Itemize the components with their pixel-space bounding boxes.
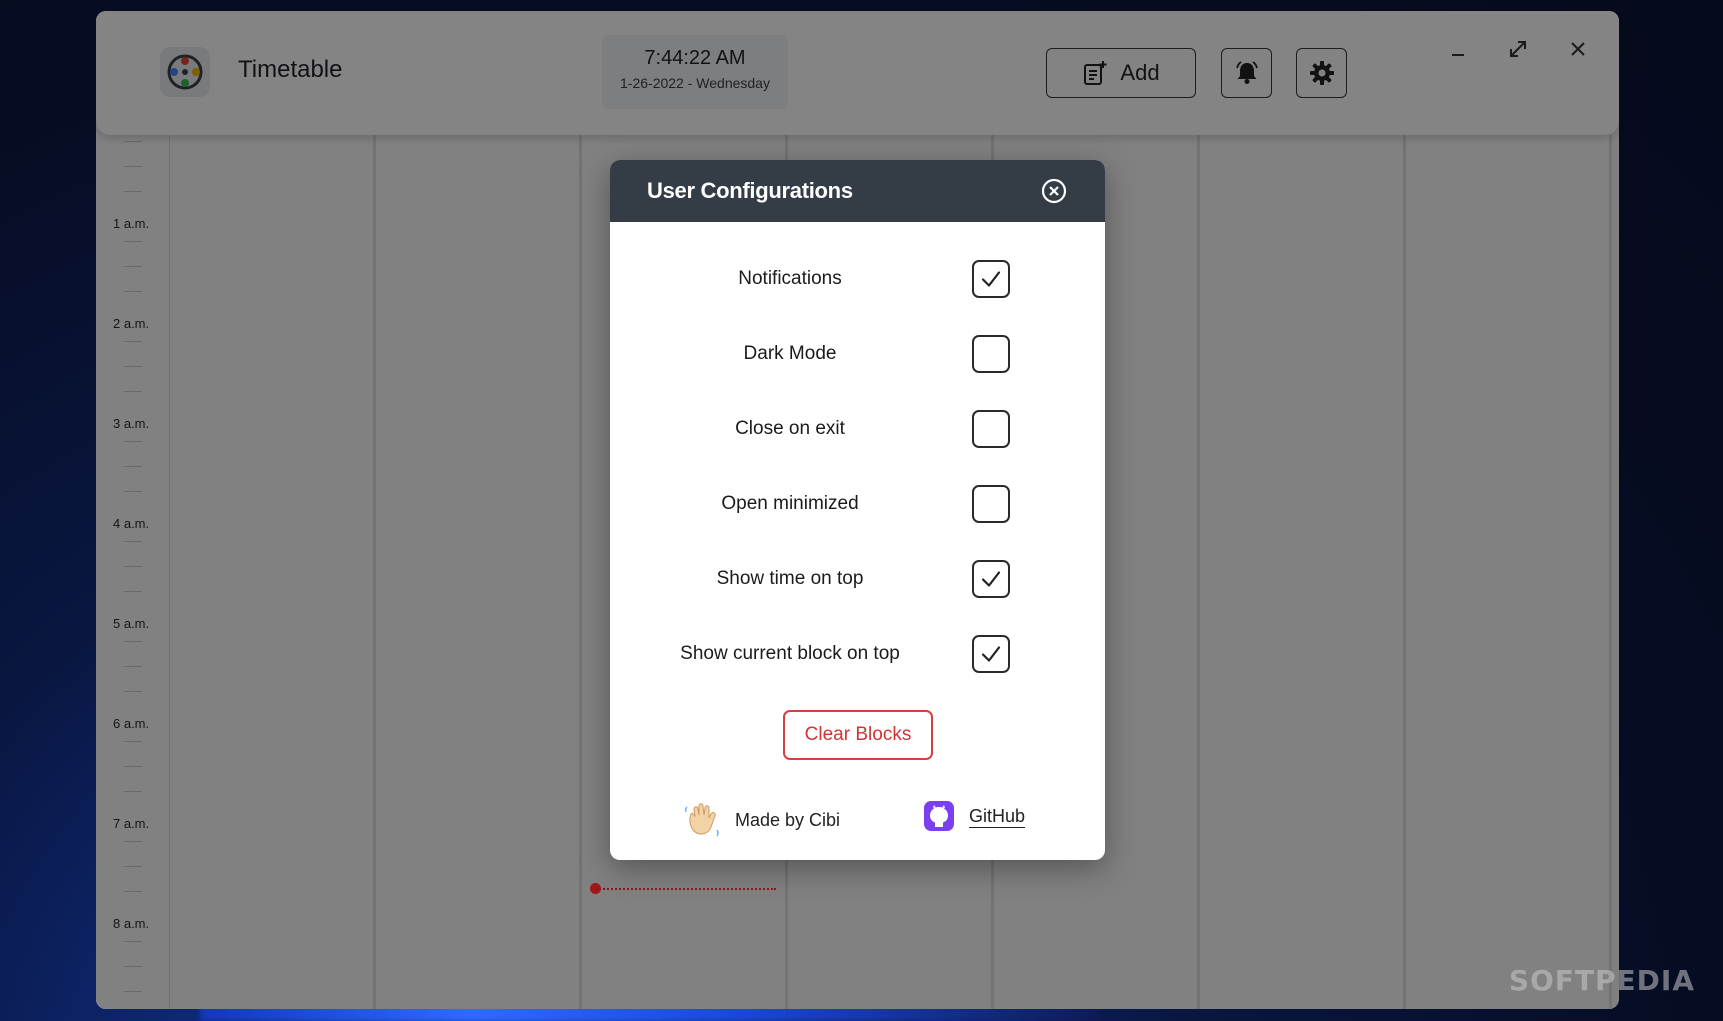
dialog-title: User Configurations: [647, 178, 853, 203]
watermark: SOFTPEDIA: [1508, 964, 1695, 997]
config-option-label: Open minimized: [721, 493, 859, 514]
config-option-row: Show current block on top: [610, 635, 1105, 675]
config-option-checkbox[interactable]: [972, 335, 1010, 373]
close-circle-icon: [1041, 178, 1067, 204]
dialog-footer: Made by Cibi GitHub: [610, 800, 1105, 840]
config-option-checkbox[interactable]: [972, 485, 1010, 523]
checkmark-icon: [981, 571, 1001, 587]
config-option-label: Show time on top: [716, 568, 864, 589]
config-option-label: Notifications: [738, 268, 842, 289]
dialog-close-button[interactable]: [1041, 178, 1067, 204]
waving-hand-icon: [684, 803, 719, 837]
config-option-checkbox[interactable]: [972, 260, 1010, 298]
user-configurations-dialog: User Configurations Notifications Dark Mo…: [610, 160, 1105, 860]
github-icon: [924, 801, 954, 831]
github-link-group[interactable]: GitHub: [923, 800, 1025, 832]
dialog-header: User Configurations: [610, 160, 1105, 222]
config-option-label: Show current block on top: [680, 643, 900, 664]
config-option-label: Close on exit: [735, 418, 845, 439]
config-option-row: Show time on top: [610, 560, 1105, 600]
config-option-row: Dark Mode: [610, 335, 1105, 375]
config-option-label: Dark Mode: [743, 343, 837, 364]
config-option-checkbox[interactable]: [972, 635, 1010, 673]
made-by: Made by Cibi: [683, 800, 840, 840]
config-option-row: Open minimized: [610, 485, 1105, 525]
checkmark-icon: [981, 271, 1001, 287]
clear-blocks-button[interactable]: Clear Blocks: [783, 710, 933, 760]
config-option-row: Notifications: [610, 260, 1105, 300]
config-option-row: Close on exit: [610, 410, 1105, 450]
github-link[interactable]: GitHub: [969, 806, 1025, 827]
checkmark-icon: [981, 646, 1001, 662]
made-by-text: Made by Cibi: [735, 809, 841, 830]
config-option-checkbox[interactable]: [972, 560, 1010, 598]
current-time-line: [596, 888, 776, 890]
config-option-checkbox[interactable]: [972, 410, 1010, 448]
